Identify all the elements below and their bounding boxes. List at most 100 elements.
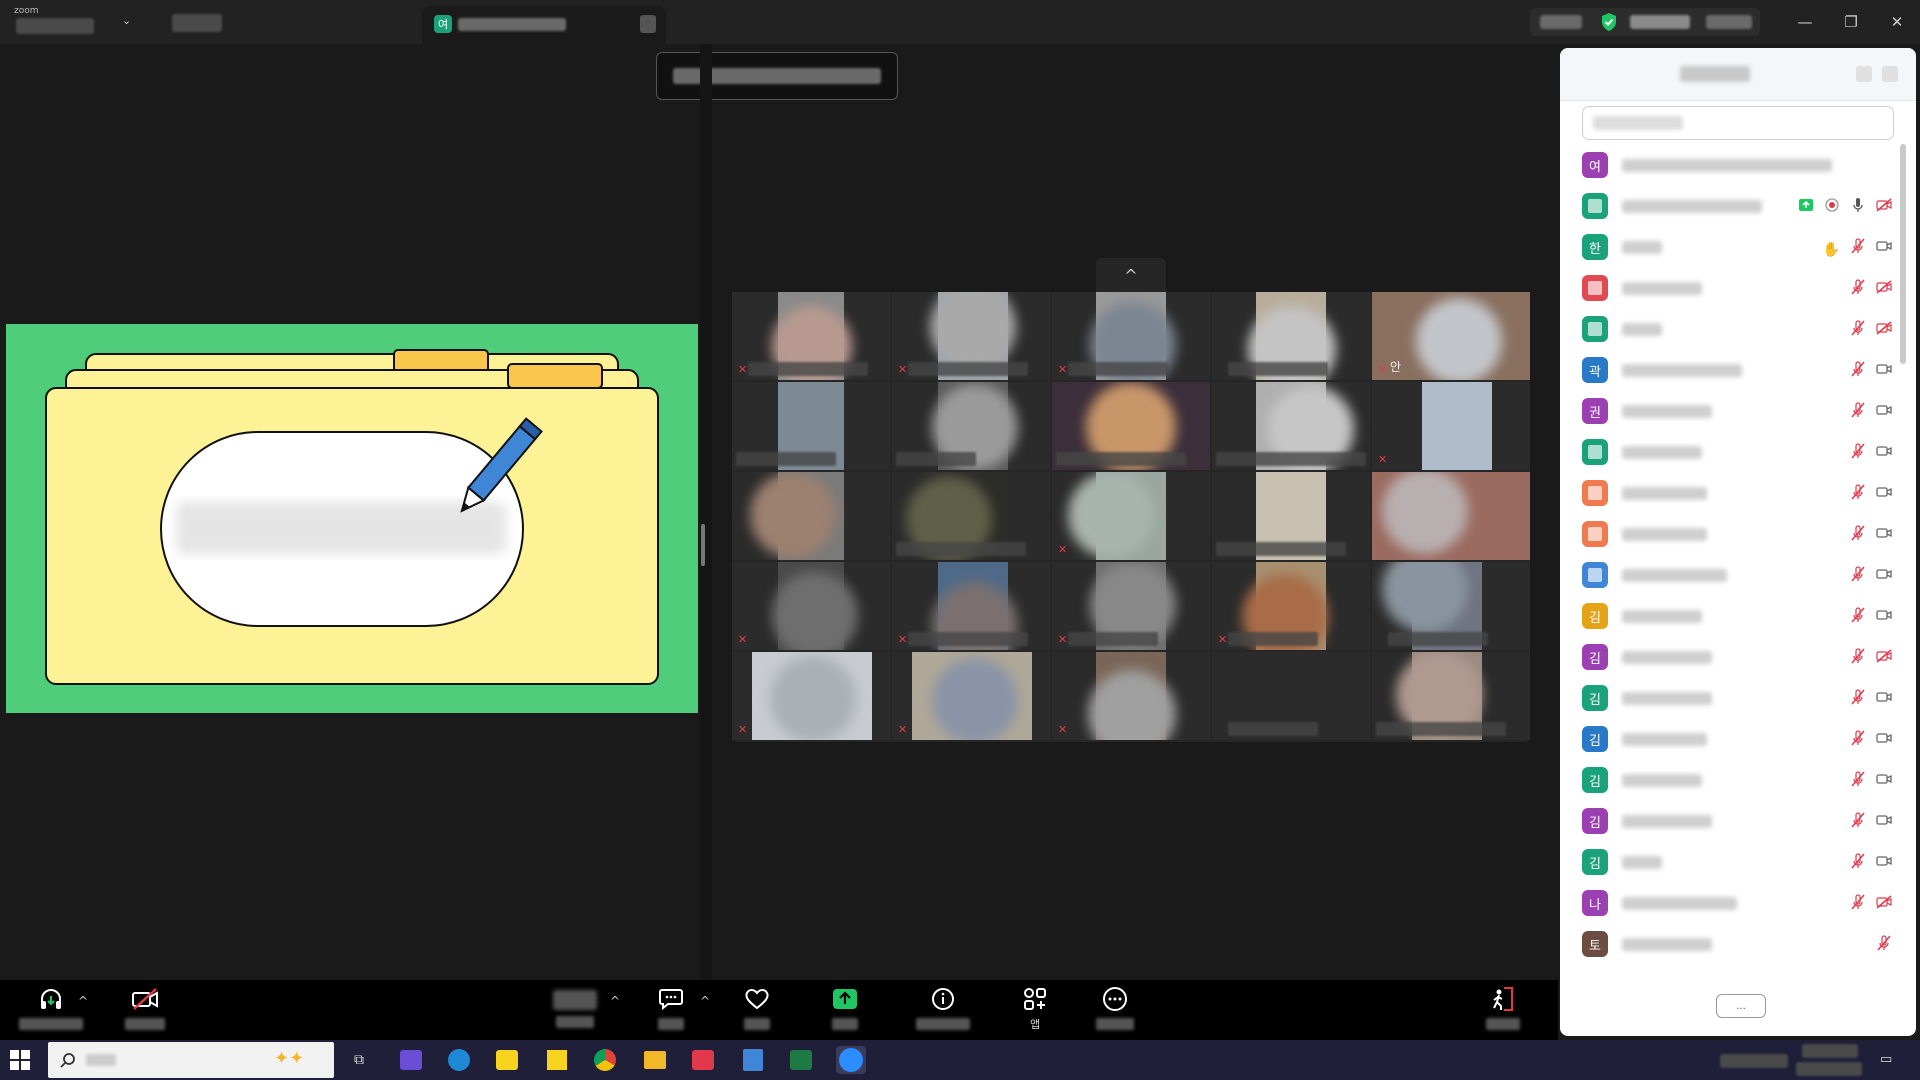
mic-off-icon[interactable] xyxy=(1850,361,1866,381)
panel-more-button[interactable]: ... xyxy=(1716,994,1766,1018)
participant-row[interactable]: 김 xyxy=(1560,677,1906,718)
participants-options-caret[interactable]: ^ xyxy=(610,994,620,1008)
video-tile[interactable]: ✕ xyxy=(732,292,890,380)
view-option[interactable] xyxy=(1706,15,1752,29)
video-icon[interactable] xyxy=(1876,525,1892,545)
mic-off-icon[interactable] xyxy=(1850,648,1866,668)
video-tile[interactable]: ✕ 안 xyxy=(1372,292,1530,380)
chrome-app-icon[interactable] xyxy=(590,1046,620,1074)
participant-row[interactable]: 한 ✋ xyxy=(1560,226,1906,267)
edge-app-icon[interactable] xyxy=(444,1046,474,1074)
video-off-icon[interactable] xyxy=(1876,197,1892,217)
video-icon[interactable] xyxy=(1876,607,1892,627)
video-tile[interactable] xyxy=(1372,562,1530,650)
mic-off-icon[interactable] xyxy=(1850,853,1866,873)
participant-row[interactable]: 토 xyxy=(1560,923,1906,964)
meeting-info-button[interactable] xyxy=(908,986,978,1036)
video-icon[interactable] xyxy=(1876,566,1892,586)
video-tile[interactable]: ✕ xyxy=(1052,652,1210,740)
excel-app-icon[interactable] xyxy=(786,1046,816,1074)
security-bar[interactable] xyxy=(1530,8,1760,36)
participant-row[interactable] xyxy=(1560,554,1906,595)
video-tile[interactable] xyxy=(1212,292,1370,380)
video-tile[interactable]: ✕ xyxy=(892,292,1050,380)
mic-off-icon[interactable] xyxy=(1850,402,1866,422)
notepad-app-icon[interactable] xyxy=(738,1046,768,1074)
kakaotalk-app-icon[interactable] xyxy=(492,1046,522,1074)
participant-row[interactable] xyxy=(1560,513,1906,554)
restore-icon[interactable]: ❐ xyxy=(1828,0,1874,44)
participants-button[interactable] xyxy=(540,986,610,1036)
mic-off-icon[interactable] xyxy=(1850,238,1866,258)
video-tile[interactable] xyxy=(732,472,890,560)
participant-row[interactable]: 곽 xyxy=(1560,349,1906,390)
reactions-button[interactable] xyxy=(722,986,792,1036)
video-tile[interactable] xyxy=(1372,472,1530,560)
mic-off-icon[interactable] xyxy=(1850,320,1866,340)
minimize-icon[interactable]: — xyxy=(1782,0,1828,44)
mic-off-icon[interactable] xyxy=(1850,443,1866,463)
tab-meeting[interactable]: 여 xyxy=(422,6,666,44)
chevron-down-icon[interactable]: ⌄ xyxy=(122,14,131,27)
file-explorer-app-icon[interactable] xyxy=(640,1046,670,1074)
video-off-icon[interactable] xyxy=(1876,279,1892,299)
audio-options-caret[interactable]: ^ xyxy=(78,994,88,1008)
windows-start-icon[interactable] xyxy=(10,1050,30,1070)
hand-icon[interactable]: ✋ xyxy=(1823,239,1840,258)
mic-off-icon[interactable] xyxy=(1850,812,1866,832)
video-icon[interactable] xyxy=(1876,812,1892,832)
video-tile[interactable]: ✕ xyxy=(1052,472,1210,560)
video-button[interactable] xyxy=(110,986,180,1036)
participant-row[interactable] xyxy=(1560,431,1906,472)
mic-icon[interactable] xyxy=(1850,197,1866,217)
mic-off-icon[interactable] xyxy=(1850,771,1866,791)
mic-off-icon[interactable] xyxy=(1850,689,1866,709)
video-tile[interactable]: ✕ xyxy=(732,652,890,740)
video-off-icon[interactable] xyxy=(1876,648,1892,668)
clock-time[interactable] xyxy=(1802,1044,1858,1058)
video-tile[interactable] xyxy=(1212,652,1370,740)
panel-scrollbar[interactable] xyxy=(1900,144,1906,364)
close-panel-icon[interactable] xyxy=(1882,66,1898,82)
zoom-app-icon[interactable] xyxy=(836,1046,866,1074)
tray-area[interactable] xyxy=(1720,1054,1788,1068)
more-button[interactable] xyxy=(1080,986,1150,1036)
mic-off-icon[interactable] xyxy=(1876,935,1892,955)
participant-row[interactable]: 나 xyxy=(1560,882,1906,923)
video-icon[interactable] xyxy=(1876,484,1892,504)
video-tile[interactable]: ✕ xyxy=(1212,562,1370,650)
mic-off-icon[interactable] xyxy=(1850,484,1866,504)
video-tile[interactable] xyxy=(892,472,1050,560)
participant-row[interactable]: 여 xyxy=(1560,144,1906,185)
participant-row[interactable] xyxy=(1560,185,1906,226)
view-tab[interactable] xyxy=(172,14,222,32)
apps-button[interactable]: 앱 xyxy=(1000,986,1070,1036)
gallery-collapse-button[interactable]: ^ xyxy=(1096,258,1166,292)
calendar-app-icon[interactable] xyxy=(396,1046,426,1074)
participant-row[interactable] xyxy=(1560,308,1906,349)
video-icon[interactable] xyxy=(1876,238,1892,258)
video-off-icon[interactable] xyxy=(1876,320,1892,340)
plus-app-icon[interactable] xyxy=(688,1046,718,1074)
mic-off-icon[interactable] xyxy=(1850,279,1866,299)
sticky-notes-app-icon[interactable] xyxy=(542,1046,572,1074)
video-off-icon[interactable] xyxy=(1876,894,1892,914)
video-tile[interactable] xyxy=(1052,382,1210,470)
video-tile[interactable]: ✕ xyxy=(732,562,890,650)
tab-close-icon[interactable] xyxy=(640,15,656,33)
mic-off-icon[interactable] xyxy=(1850,525,1866,545)
share-screen-button[interactable] xyxy=(810,986,880,1036)
participant-row[interactable]: 김 xyxy=(1560,841,1906,882)
video-tile[interactable]: ✕ xyxy=(1372,382,1530,470)
chat-options-caret[interactable]: ^ xyxy=(700,994,710,1008)
video-tile[interactable]: ✕ xyxy=(892,562,1050,650)
video-icon[interactable] xyxy=(1876,771,1892,791)
mic-off-icon[interactable] xyxy=(1850,607,1866,627)
popout-icon[interactable] xyxy=(1856,66,1872,82)
video-icon[interactable] xyxy=(1876,730,1892,750)
split-handle[interactable] xyxy=(701,524,705,566)
share-icon[interactable] xyxy=(1798,197,1814,217)
participant-row[interactable] xyxy=(1560,267,1906,308)
video-tile[interactable] xyxy=(732,382,890,470)
participant-row[interactable]: 김 xyxy=(1560,800,1906,841)
